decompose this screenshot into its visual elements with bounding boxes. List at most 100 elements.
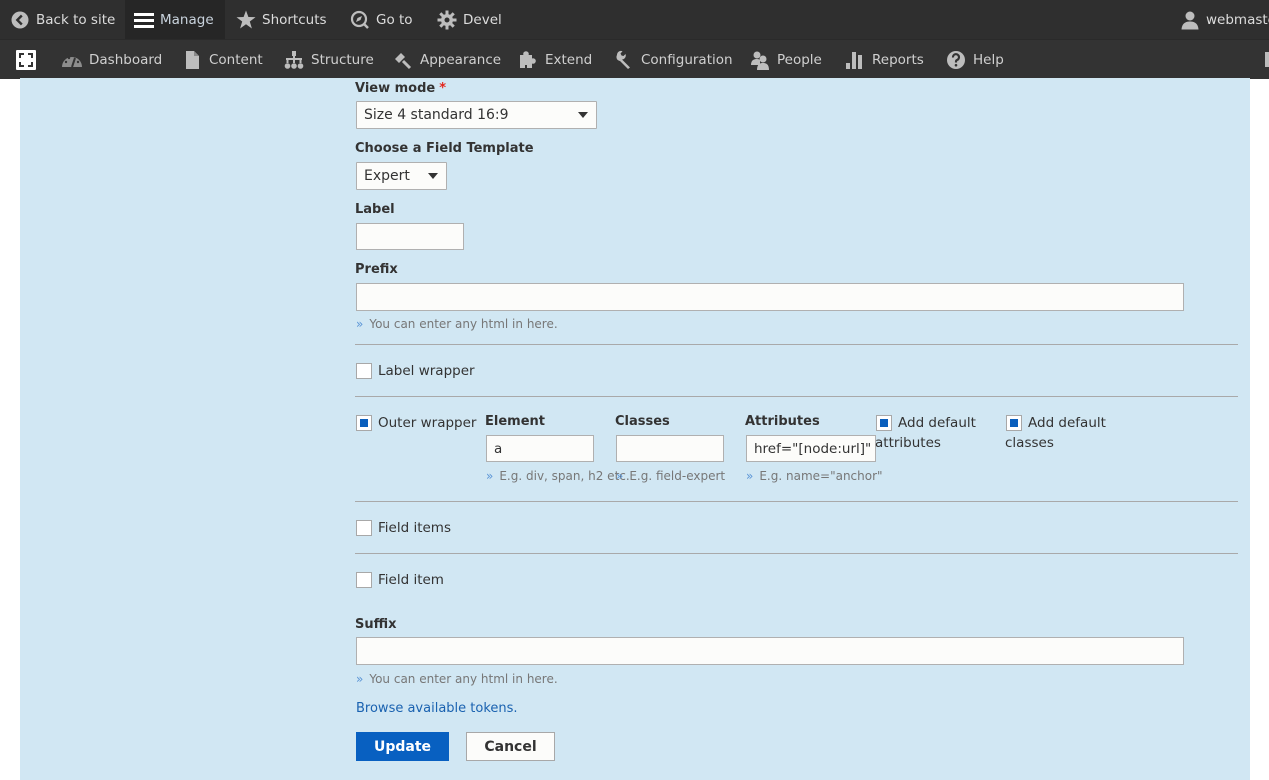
back-to-site-label: Back to site [36, 11, 116, 28]
menu-item-structure[interactable]: Structure [283, 40, 374, 79]
field-item-label[interactable]: Field item [378, 572, 444, 588]
field-template-label: Choose a Field Template [355, 141, 534, 156]
menu-item-appearance[interactable]: Appearance [392, 40, 501, 79]
add-default-attributes-label-line2[interactable]: attributes [875, 435, 941, 451]
gear-icon [437, 10, 457, 30]
add-default-attributes-label-line1[interactable]: Add default [898, 415, 976, 431]
hamburger-icon [134, 10, 154, 30]
menu-item-extend[interactable]: Extend [517, 40, 592, 79]
user-menu[interactable]: webmaste [1180, 0, 1269, 39]
search-compass-icon [350, 10, 370, 30]
bullet-icon: » [616, 469, 624, 483]
bullet-icon: » [486, 469, 494, 483]
suffix-description: » You can enter any html in here. [356, 672, 558, 686]
menu-item-content[interactable]: Content [181, 40, 263, 79]
back-arrow-icon [10, 10, 30, 30]
divider [355, 344, 1238, 345]
menu-item-label: Reports [872, 51, 924, 68]
user-icon [1180, 10, 1200, 30]
element-description-text: E.g. div, span, h2 etc. [499, 469, 630, 483]
toolbar-orientation-toggle[interactable] [16, 40, 36, 79]
attributes-description: » E.g. name="anchor" [746, 469, 883, 483]
label-wrapper-checkbox[interactable] [356, 363, 372, 379]
shortcuts-label: Shortcuts [262, 11, 327, 28]
add-default-classes-checkbox[interactable] [1006, 415, 1022, 431]
menu-item-configuration[interactable]: Configuration [613, 40, 733, 79]
menu-item-reports[interactable]: Reports [844, 40, 924, 79]
outer-wrapper-label[interactable]: Outer wrapper [378, 415, 476, 431]
view-mode-value: Size 4 standard 16:9 [364, 107, 509, 123]
divider [355, 553, 1238, 554]
add-default-attributes-checkbox[interactable] [876, 415, 892, 431]
field-item-checkbox[interactable] [356, 572, 372, 588]
bar-chart-icon [844, 50, 866, 70]
document-icon [181, 50, 203, 70]
dropdown-arrow-icon [578, 112, 588, 118]
menu-item-help[interactable]: Help [945, 40, 1004, 79]
manage-tab[interactable]: Manage [125, 0, 225, 39]
menu-item-label: Configuration [641, 51, 733, 68]
label-wrapper-label[interactable]: Label wrapper [378, 363, 475, 379]
attributes-description-text: E.g. name="anchor" [759, 469, 883, 483]
go-to-tab[interactable]: Go to [350, 0, 413, 39]
sitemap-icon [283, 50, 305, 70]
classes-input[interactable] [616, 435, 724, 462]
expand-icon [16, 49, 36, 70]
devel-tab[interactable]: Devel [437, 0, 502, 39]
bullet-icon: » [746, 469, 754, 483]
divider [355, 396, 1238, 397]
menu-item-dashboard[interactable]: Dashboard [61, 40, 162, 79]
view-mode-select[interactable]: Size 4 standard 16:9 [356, 101, 597, 129]
field-formatter-settings-panel: View mode * Size 4 standard 16:9 Choose a… [20, 78, 1250, 780]
menu-item-label: Help [973, 51, 1004, 68]
menu-item-label: Extend [545, 51, 593, 68]
field-template-select[interactable]: Expert [356, 162, 447, 190]
element-input[interactable]: a [486, 435, 594, 462]
field-items-checkbox[interactable] [356, 520, 372, 536]
admin-menu-bar: Dashboard Content Structure Appearance E… [0, 39, 1269, 79]
menu-item-label: Appearance [420, 51, 502, 68]
suffix-label: Suffix [355, 617, 397, 632]
people-icon [749, 50, 771, 70]
label-input[interactable] [356, 223, 464, 250]
shortcuts-tab[interactable]: Shortcuts [236, 0, 327, 39]
back-to-site-link[interactable]: Back to site [10, 0, 115, 39]
paintbrush-icon [392, 50, 414, 70]
outer-wrapper-checkbox[interactable] [356, 415, 372, 431]
prefix-input[interactable] [356, 283, 1184, 311]
star-icon [236, 10, 256, 30]
prefix-description: » You can enter any html in here. [356, 317, 558, 331]
view-mode-label: View mode * [355, 81, 446, 96]
classes-description-text: E.g. field-expert [629, 469, 726, 483]
attributes-label: Attributes [745, 414, 820, 429]
menu-item-label: Content [209, 51, 263, 68]
devel-label: Devel [463, 11, 502, 28]
prefix-description-text: You can enter any html in here. [369, 317, 558, 331]
field-template-value: Expert [364, 168, 410, 184]
update-button[interactable]: Update [356, 732, 449, 761]
user-name: webmaste [1206, 11, 1269, 28]
required-marker: * [439, 81, 447, 96]
menu-item-label: People [777, 51, 822, 68]
add-default-classes-label-line2[interactable]: classes [1005, 435, 1054, 451]
dropdown-arrow-icon [428, 173, 438, 179]
menu-item-people[interactable]: People [749, 40, 822, 79]
cancel-button[interactable]: Cancel [466, 732, 555, 761]
go-to-label: Go to [376, 11, 413, 28]
menu-item-label: Dashboard [89, 51, 163, 68]
add-default-classes-label-line1[interactable]: Add default [1028, 415, 1106, 431]
suffix-description-text: You can enter any html in here. [369, 672, 558, 686]
browse-tokens-link[interactable]: Browse available tokens. [356, 701, 518, 716]
scroll-edge [1265, 52, 1269, 67]
divider [355, 501, 1238, 502]
puzzle-icon [517, 50, 539, 70]
prefix-label: Prefix [355, 262, 398, 277]
bullet-icon: » [356, 672, 364, 686]
suffix-input[interactable] [356, 637, 1184, 665]
label-field-label: Label [355, 202, 395, 217]
menu-item-label: Structure [311, 51, 374, 68]
dashboard-gauge-icon [61, 50, 83, 70]
classes-description: » E.g. field-expert [616, 469, 725, 483]
attributes-input[interactable]: href="[node:url]" [746, 435, 876, 462]
field-items-label[interactable]: Field items [378, 520, 451, 536]
